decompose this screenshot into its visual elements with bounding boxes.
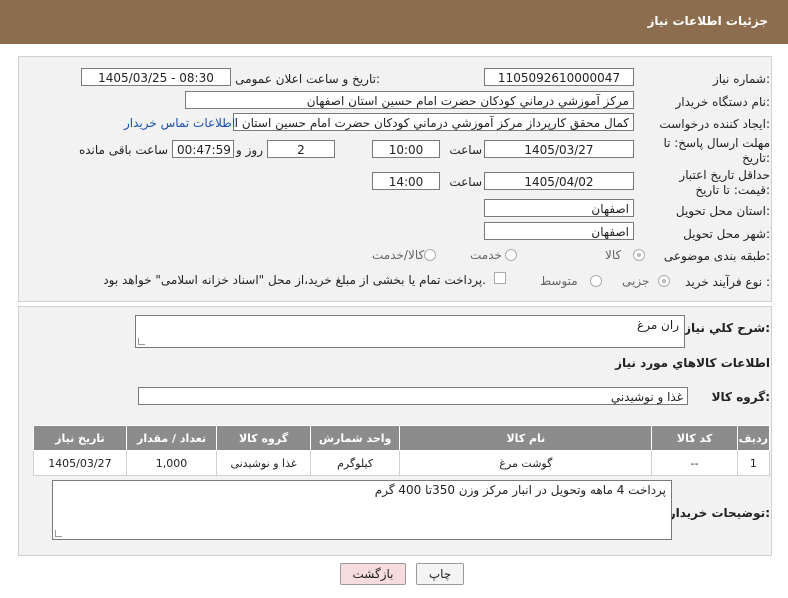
announce-field: 1405/03/25 - 08:30 (81, 68, 231, 86)
price-valid-date-field: 1405/04/02 (484, 172, 634, 190)
page-header: جزئیات اطلاعات نیاز (0, 0, 788, 44)
deadline-time-field: 10:00 (372, 140, 440, 158)
col-header-item-name: نام کالا (399, 425, 653, 451)
back-button[interactable]: بازگشت (340, 563, 406, 585)
process-medium-label: متوسط (540, 274, 578, 288)
remaining-time-field: 00:47:59 (172, 140, 234, 158)
buyer-notes-text: پرداخت 4 ماهه وتحویل در انبار مرکز وزن 3… (374, 483, 666, 497)
goods-group-field: غذا و نوشيدني (138, 387, 688, 405)
buyer-org-field: مرکز آموزشي درماني کودکان حضرت امام حسين… (185, 91, 634, 109)
cell-quantity: 1,000 (125, 450, 218, 476)
col-header-unit: واحد شمارش (309, 425, 401, 451)
print-button[interactable]: چاپ (416, 563, 464, 585)
category-goods-service-radio[interactable] (424, 249, 436, 261)
province-label: استان محل تحویل: (675, 204, 770, 218)
resize-grip-icon (138, 338, 145, 345)
cell-item-name: گوشت مرغ (399, 450, 653, 476)
summary-text: ران مرغ (637, 318, 679, 332)
city-label: شهر محل تحویل: (683, 227, 770, 241)
process-label: نوع فرآیند خرید : (685, 275, 770, 289)
days-label: روز و (236, 143, 263, 157)
price-valid-label: حداقل تاریخ اعتبار قیمت: تا تاریخ: (679, 168, 770, 197)
goods-section-title: اطلاعات کالاهاي مورد نياز (615, 356, 770, 370)
category-label: طبقه بندی موضوعی: (663, 249, 770, 263)
category-goods-radio[interactable] (633, 249, 645, 261)
page-title: جزئیات اطلاعات نیاز (647, 14, 768, 28)
cell-row-number: 1 (736, 450, 771, 476)
deadline-label: مهلت ارسال پاسخ: تا تاریخ: (663, 136, 770, 165)
col-header-need-date: تاریخ نیاز (33, 425, 127, 451)
col-header-row-number: ردیف (736, 425, 771, 451)
city-field: اصفهان (484, 222, 634, 240)
need-number-field: 1105092610000047 (484, 68, 634, 86)
process-medium-radio[interactable] (590, 275, 602, 287)
col-header-item-code: کد کالا (651, 425, 738, 451)
treasury-payment-note: پرداخت تمام یا بخشی از مبلغ خرید،از محل … (103, 273, 486, 287)
cell-item-code: -- (651, 450, 738, 476)
col-header-quantity: تعداد / مقدار (125, 425, 218, 451)
treasury-payment-checkbox[interactable] (494, 272, 506, 284)
table-header-row: ردیف کد کالا نام کالا واحد شمارش گروه کا… (33, 425, 771, 451)
days-field: 2 (267, 140, 335, 158)
cell-group: غذا و نوشیدنی (216, 450, 311, 476)
category-goods-label: کالا (605, 248, 622, 262)
price-valid-time-label: ساعت (449, 175, 482, 189)
process-minor-radio[interactable] (658, 275, 670, 287)
price-valid-time-field: 14:00 (372, 172, 440, 190)
col-header-group: گروه کالا (216, 425, 311, 451)
province-field: اصفهان (484, 199, 634, 217)
category-service-label: خدمت (470, 248, 502, 262)
remaining-label: ساعت باقی مانده (78, 143, 168, 157)
announce-label: تاریخ و ساعت اعلان عمومی: (235, 72, 380, 86)
goods-table: ردیف کد کالا نام کالا واحد شمارش گروه کا… (33, 425, 771, 476)
resize-grip-icon (55, 530, 62, 537)
summary-label: شرح کلي نياز: (684, 321, 770, 335)
summary-textarea[interactable]: ران مرغ (135, 315, 685, 348)
category-service-radio[interactable] (505, 249, 517, 261)
table-row: 1 -- گوشت مرغ کیلوگرم غذا و نوشیدنی 1,00… (33, 450, 771, 476)
cell-unit: کیلوگرم (309, 450, 401, 476)
buyer-org-label: نام دستگاه خریدار: (675, 95, 771, 109)
buyer-contact-link[interactable]: اطلاعات تماس خریدار (124, 116, 235, 130)
deadline-date-field: 1405/03/27 (484, 140, 634, 158)
creator-label: ایجاد کننده درخواست: (659, 117, 770, 131)
buyer-notes-textarea[interactable]: پرداخت 4 ماهه وتحویل در انبار مرکز وزن 3… (52, 480, 672, 540)
cell-need-date: 1405/03/27 (33, 450, 127, 476)
creator-field: کمال محقق کارپرداز مرکز آموزشي درماني کو… (233, 113, 634, 131)
goods-group-label: گروه کالا: (711, 390, 770, 404)
need-number-label: شماره نیاز: (712, 72, 770, 86)
process-minor-label: جزیی (622, 274, 650, 288)
deadline-time-label: ساعت (449, 143, 482, 157)
category-goods-service-label: کالا/خدمت (372, 248, 425, 262)
buyer-notes-label: توضیحات خریدار: (668, 506, 770, 520)
